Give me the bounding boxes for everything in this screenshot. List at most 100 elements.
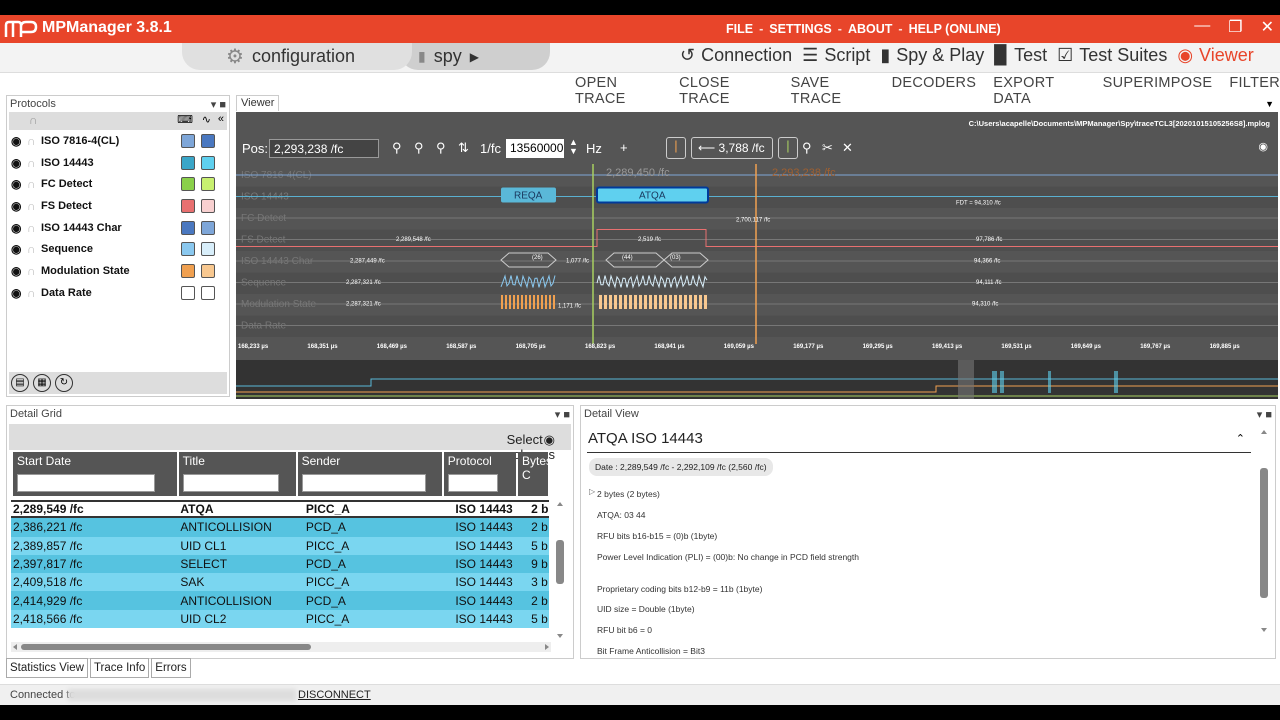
color-swatch[interactable] [181,285,195,300]
menu-settings[interactable]: SETTINGS [769,22,832,36]
detail-vertical-scrollbar[interactable] [1257,428,1271,634]
close-trace-button[interactable]: CLOSE TRACE [679,75,774,107]
lock-icon[interactable]: ∩ [27,221,41,235]
refresh-icon[interactable]: ↻ [55,374,73,392]
column-filter-input[interactable] [182,474,279,492]
color-swatch[interactable] [201,155,215,170]
collapse-icon[interactable]: ⌃ [1236,432,1245,445]
open-trace-button[interactable]: OPEN TRACE [575,75,662,107]
nav-test-suites[interactable]: ☑ Test Suites [1057,45,1167,66]
expand-icon[interactable]: ▷ [589,487,595,496]
camera-icon[interactable]: ◉ [1258,140,1268,153]
color-swatch[interactable] [201,198,215,213]
close-icon[interactable]: ✕ [1261,17,1274,37]
column-header[interactable]: Protocol [443,452,516,496]
save-trace-button[interactable]: SAVE TRACE [791,75,875,107]
nav-viewer[interactable]: ◉ Viewer [1177,45,1253,66]
color-swatch[interactable] [201,220,215,235]
lock-icon[interactable]: ∩ [27,156,41,170]
eye-icon[interactable]: ◉ [11,134,27,148]
eye-icon[interactable]: ◉ [11,177,27,191]
zoom-in-icon[interactable]: ⚲ [392,140,402,156]
color-swatch[interactable] [181,177,195,192]
column-header[interactable]: Sender [297,452,442,496]
lock-icon[interactable]: ∩ [27,134,41,148]
column-filter-input[interactable] [447,474,498,492]
color-swatch[interactable] [181,133,195,148]
table-row[interactable]: 2,389,857 /fc UID CL1 PICC_A ISO 14443 5 b [11,536,549,555]
tab-trace-info[interactable]: Trace Info [89,658,150,678]
column-header[interactable]: Title [178,452,296,496]
export-data-button[interactable]: EXPORT DATA [993,75,1085,107]
color-swatch[interactable] [181,155,195,170]
protocol-row[interactable]: ◉ ∩ FC Detect [7,173,229,195]
protocol-row[interactable]: ◉ ∩ Modulation State [7,260,229,282]
eye-icon[interactable]: ◉ [11,221,27,235]
reset-zoom-icon[interactable]: ⇅ [458,140,469,156]
menu-about[interactable]: ABOUT [848,22,892,36]
column-header[interactable]: Bytes C [518,452,552,496]
viewer-tab[interactable]: Viewer [236,95,280,111]
protocol-row[interactable]: ◉ ∩ FS Detect [7,195,229,217]
table-row[interactable]: 2,409,518 /fc SAK PICC_A ISO 14443 3 b [11,573,549,592]
nav-test[interactable]: ▉ Test [994,45,1047,66]
nav-spy-play[interactable]: ▮ Spy & Play [880,45,984,66]
lock-icon[interactable]: ∩ [27,264,41,278]
protocol-row[interactable]: ◉ ∩ Data Rate [7,282,229,304]
pin-icon[interactable]: ▾ ■ [1257,408,1272,421]
keyboard-icon[interactable]: ⌨ [177,113,193,126]
folder-icon[interactable]: ▤ [11,374,29,392]
color-swatch[interactable] [181,242,195,257]
disconnect-link[interactable]: DISCONNECT [298,689,371,701]
cut-icon[interactable]: ✂ [822,140,833,156]
table-row[interactable]: 2,414,929 /fc ANTICOLLISION PCD_A ISO 14443… [11,591,549,610]
frequency-input[interactable]: 13560000 [506,139,564,158]
color-swatch[interactable] [201,242,215,257]
zoom-fit-icon[interactable]: ⚲ [436,140,446,156]
zoom-out-icon[interactable]: ⚲ [414,140,424,156]
trace-graph[interactable]: ISO 7816-4(CL)ISO 14443FC DetectFS Detec… [236,164,1278,399]
table-row[interactable]: 2,418,566 /fc UID CL2 PICC_A ISO 14443 5 b [11,609,549,629]
panel-menu-icon[interactable]: ▼ [1265,99,1274,109]
lock-icon[interactable]: ∩ [27,286,41,300]
grid-horizontal-scrollbar[interactable] [11,642,551,652]
maximize-icon[interactable]: ❐ [1228,17,1242,37]
tab-configuration[interactable]: ⚙ configuration [182,43,412,70]
eye-icon[interactable]: ◉ [11,286,27,300]
menu-file[interactable]: FILE [726,22,753,36]
protocol-row[interactable]: ◉ ∩ ISO 14443 Char [7,217,229,239]
cursor-b-icon[interactable]: | [778,137,798,159]
pin-icon[interactable]: ▾ ■ [211,98,226,111]
position-input[interactable]: 2,293,238 /fc [269,139,379,158]
color-swatch[interactable] [201,133,215,148]
column-filter-input[interactable] [301,474,426,492]
color-swatch[interactable] [181,198,195,213]
color-swatch[interactable] [201,285,215,300]
decoders-button[interactable]: DECODERS [892,75,977,107]
grid-vertical-scrollbar[interactable] [553,500,567,640]
zoom-selection-icon[interactable]: ⚲ [802,140,812,156]
column-filter-input[interactable] [17,474,155,492]
table-row[interactable]: 2,397,817 /fc SELECT PCD_A ISO 14443 9 b [11,554,549,574]
color-swatch[interactable] [181,263,195,278]
spin-arrows-icon[interactable]: ▲ ▼ [569,138,578,156]
cursor-a-icon[interactable]: | [666,137,686,159]
close-cursor-icon[interactable]: ✕ [842,140,853,156]
color-swatch[interactable] [201,263,215,278]
minimize-icon[interactable]: — [1194,17,1210,37]
protocol-row[interactable]: ◉ ∩ ISO 14443 [7,152,229,174]
column-header[interactable]: Start Date [13,452,177,496]
lock-icon[interactable]: ∩ [27,177,41,191]
cursor-delta-box[interactable]: ⟵ 3,788 /fc [691,137,773,159]
eye-icon[interactable]: ◉ [11,264,27,278]
table-row[interactable]: 2,289,549 /fc ATQA PICC_A ISO 14443 2 b [11,500,549,519]
superimpose-button[interactable]: SUPERIMPOSE [1103,75,1213,107]
table-row[interactable]: 2,386,221 /fc ANTICOLLISION PCD_A ISO 14443… [11,518,549,537]
pin-icon[interactable]: ▾ ■ [555,408,570,421]
menu-help[interactable]: HELP (ONLINE) [909,22,1001,36]
tab-errors[interactable]: Errors [151,658,191,678]
protocol-row[interactable]: ◉ ∩ Sequence [7,238,229,260]
eye-icon[interactable]: ◉ [11,242,27,256]
trace-viewer[interactable]: C:\Users\acapelle\Documents\MPManager\Sp… [236,112,1278,399]
lock-icon[interactable]: ∩ [29,113,38,127]
